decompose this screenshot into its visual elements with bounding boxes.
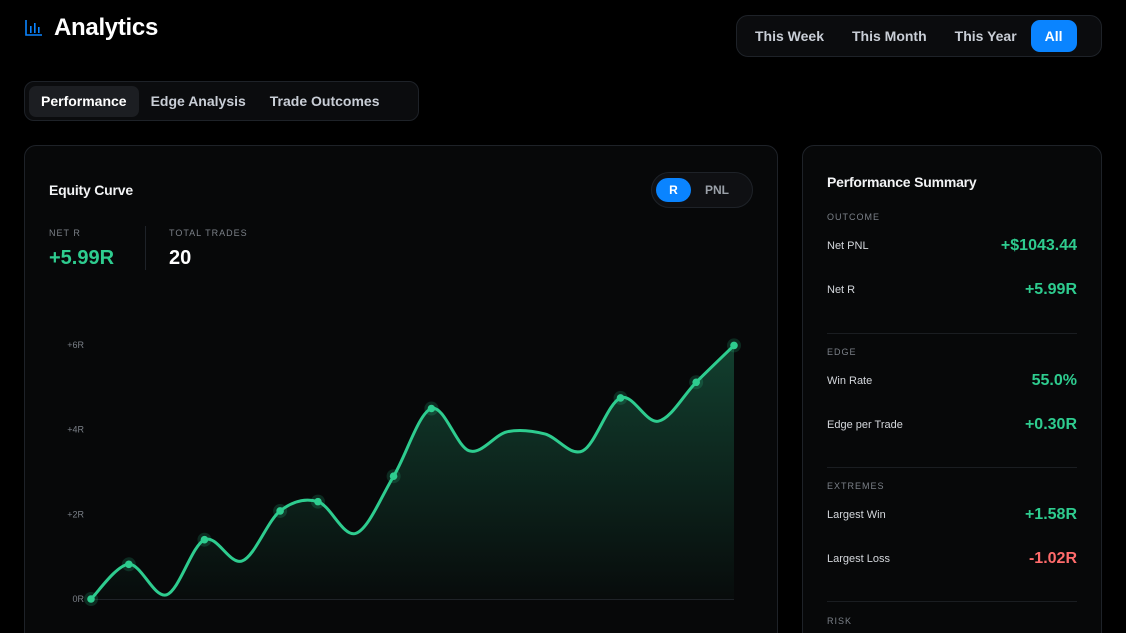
risk-section: RISK	[827, 616, 1077, 626]
page-header: Analytics	[24, 14, 158, 42]
net-r-row-label: Net R	[827, 284, 856, 296]
data-point[interactable]	[692, 378, 700, 387]
data-point[interactable]	[87, 595, 95, 603]
win-rate-label: Win Rate	[827, 375, 873, 387]
net-pnl-label: Net PNL	[827, 240, 869, 252]
range-this-year-button[interactable]: This Year	[941, 20, 1031, 52]
largest-loss-value: -1.02R	[1028, 550, 1077, 567]
performance-summary-title: Performance Summary	[827, 174, 977, 190]
data-point[interactable]	[427, 404, 436, 413]
data-point[interactable]	[125, 560, 133, 569]
largest-win-row: Largest Win +1.58R	[827, 506, 1077, 524]
page-title: Analytics	[54, 14, 159, 41]
net-pnl-value: +$1043.44	[1000, 237, 1077, 254]
data-point[interactable]	[389, 472, 398, 481]
net-r-row: Net R +5.99R	[827, 281, 1077, 299]
range-all-button[interactable]: All	[1030, 20, 1077, 52]
extremes-label: EXTREMES	[827, 481, 885, 491]
tab-trade-outcomes[interactable]: Trade Outcomes	[258, 86, 392, 117]
largest-win-label: Largest Win	[827, 509, 886, 521]
data-point[interactable]	[616, 394, 625, 402]
data-point[interactable]	[314, 497, 322, 506]
tab-performance[interactable]: Performance	[29, 85, 139, 117]
data-point[interactable]	[730, 341, 738, 350]
bar-chart-icon	[25, 20, 42, 36]
edge-section: EDGE Win Rate 55.0% Edge per Trade +0.30…	[827, 347, 1077, 433]
outcome-label: OUTCOME	[827, 212, 880, 222]
data-point[interactable]	[200, 535, 209, 544]
outcome-section: OUTCOME Net PNL +$1043.44 Net R +5.99R	[827, 212, 1077, 298]
equity-curve-card: Equity Curve R PNL NET R +5.99R TOTAL TR…	[24, 145, 778, 633]
tab-edge-analysis[interactable]: Edge Analysis	[139, 86, 258, 117]
edge-label: EDGE	[827, 347, 857, 357]
net-r-row-value: +5.99R	[1024, 281, 1077, 298]
range-this-week-button[interactable]: This Week	[741, 20, 838, 52]
largest-loss-label: Largest Loss	[827, 553, 890, 565]
y-tick-label: 0R	[72, 594, 84, 604]
equity-chart: +6R +4R +2R 0R	[67, 338, 741, 606]
analytics-tabs: Performance Edge Analysis Trade Outcomes	[24, 81, 419, 121]
largest-loss-row: Largest Loss -1.02R	[827, 550, 1077, 568]
win-rate-value: 55.0%	[1031, 372, 1077, 389]
date-range-filter: This Week This Month This Year All	[736, 15, 1102, 57]
section-divider	[827, 333, 1077, 334]
range-this-month-button[interactable]: This Month	[838, 20, 941, 52]
extremes-section: EXTREMES Largest Win +1.58R Largest Loss…	[827, 481, 1077, 567]
section-divider	[827, 467, 1077, 468]
net-pnl-row: Net PNL +$1043.44	[827, 237, 1077, 255]
edge-per-trade-row: Edge per Trade +0.30R	[827, 416, 1077, 434]
edge-per-trade-label: Edge per Trade	[827, 419, 903, 431]
y-tick-label: +6R	[67, 340, 84, 350]
largest-win-value: +1.58R	[1024, 506, 1077, 523]
y-tick-label: +2R	[67, 509, 84, 519]
win-rate-row: Win Rate 55.0%	[827, 372, 1077, 390]
section-divider	[827, 601, 1077, 602]
risk-label: RISK	[827, 616, 853, 626]
y-tick-label: +4R	[67, 425, 84, 435]
performance-summary-card: Performance Summary OUTCOME Net PNL +$10…	[802, 145, 1102, 633]
edge-per-trade-value: +0.30R	[1024, 416, 1077, 433]
data-point[interactable]	[276, 507, 284, 515]
